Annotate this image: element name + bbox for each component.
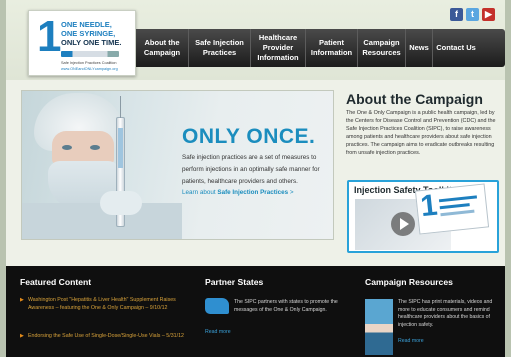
hero-link-label: Safe Injection Practices bbox=[217, 189, 289, 196]
campaign-resources-title: Campaign Resources bbox=[365, 277, 453, 287]
eye-icon bbox=[62, 145, 72, 150]
syringe-fill bbox=[118, 128, 123, 168]
hero-title: ONLY ONCE. bbox=[182, 125, 316, 148]
hero-link-prefix: Learn about bbox=[182, 189, 218, 196]
footer-band: Featured Content Washington Post "Hepati… bbox=[6, 266, 505, 357]
featured-title: Featured Content bbox=[20, 277, 92, 287]
partner-states-title: Partner States bbox=[205, 277, 264, 287]
logo-line-1: ONE NEEDLE, bbox=[61, 20, 112, 29]
partner-states-text: The SIPC partners with states to promote… bbox=[234, 299, 338, 313]
nav-healthcare-provider-information[interactable]: Healthcare Provider Information bbox=[250, 29, 305, 67]
brochure-line bbox=[440, 209, 475, 217]
main-nav: About the Campaign Safe Injection Practi… bbox=[136, 29, 505, 67]
logo-line-3: ONLY ONE TIME. bbox=[61, 38, 122, 47]
nav-campaign-resources[interactable]: Campaign Resources bbox=[357, 29, 405, 67]
brochure-line bbox=[438, 195, 478, 203]
brochure-line bbox=[439, 203, 470, 210]
toolkit-panel[interactable]: Injection Safety Toolkits 1 bbox=[347, 180, 499, 253]
campaign-resources-text: The SIPC has print materials, videos and… bbox=[398, 299, 493, 328]
logo-subtitle: Safe Injection Practices Coalition bbox=[61, 61, 117, 65]
nav-safe-injection-practices[interactable]: Safe Injection Practices bbox=[188, 29, 250, 67]
hero-learn-link[interactable]: Learn about Safe Injection Practices > bbox=[182, 189, 294, 196]
nav-contact-us[interactable]: Contact Us bbox=[432, 29, 479, 67]
page: f t ▶ 1 ONE NEEDLE, ONE SYRINGE, ONLY ON… bbox=[6, 0, 505, 357]
brochure-number: 1 bbox=[418, 188, 439, 224]
featured-item[interactable]: Washington Post "Hepatitis & Liver Healt… bbox=[20, 296, 190, 312]
hero-description: Safe injection practices are a set of me… bbox=[182, 154, 320, 186]
hero-banner: ONLY ONCE. Safe injection practices are … bbox=[21, 90, 334, 240]
nav-patient-information[interactable]: Patient Information bbox=[305, 29, 357, 67]
logo-number: 1 bbox=[37, 12, 62, 61]
about-title: About the Campaign bbox=[346, 91, 483, 107]
site-logo[interactable]: 1 ONE NEEDLE, ONE SYRINGE, ONLY ONE TIME… bbox=[28, 10, 136, 76]
nav-about-campaign[interactable]: About the Campaign bbox=[136, 29, 188, 67]
nav-news[interactable]: News bbox=[405, 29, 432, 67]
syringe-icon bbox=[61, 51, 119, 57]
resources-thumbnail[interactable] bbox=[365, 299, 393, 355]
logo-line-2: ONE SYRINGE, bbox=[61, 29, 116, 38]
featured-item[interactable]: Endorsing the Safe Use of Single-Dose/Si… bbox=[20, 332, 190, 340]
us-map-icon bbox=[205, 298, 229, 314]
social-links: f t ▶ bbox=[450, 8, 495, 21]
site-header: f t ▶ 1 ONE NEEDLE, ONE SYRINGE, ONLY ON… bbox=[6, 0, 505, 80]
hero-link-arrow: > bbox=[288, 189, 294, 196]
play-icon[interactable] bbox=[391, 212, 415, 236]
partner-read-more[interactable]: Read more bbox=[205, 329, 231, 337]
nurse-face bbox=[52, 131, 114, 165]
resources-read-more[interactable]: Read more bbox=[398, 338, 424, 346]
glove bbox=[100, 191, 142, 215]
logo-url: www.ONEandONLYcampaign.org bbox=[61, 67, 118, 71]
eye-icon bbox=[90, 145, 100, 150]
toolkit-brochure-image: 1 bbox=[414, 183, 490, 235]
twitter-icon[interactable]: t bbox=[466, 8, 479, 21]
youtube-icon[interactable]: ▶ bbox=[482, 8, 495, 21]
facebook-icon[interactable]: f bbox=[450, 8, 463, 21]
about-text: The One & Only Campaign is a public heal… bbox=[346, 110, 496, 157]
